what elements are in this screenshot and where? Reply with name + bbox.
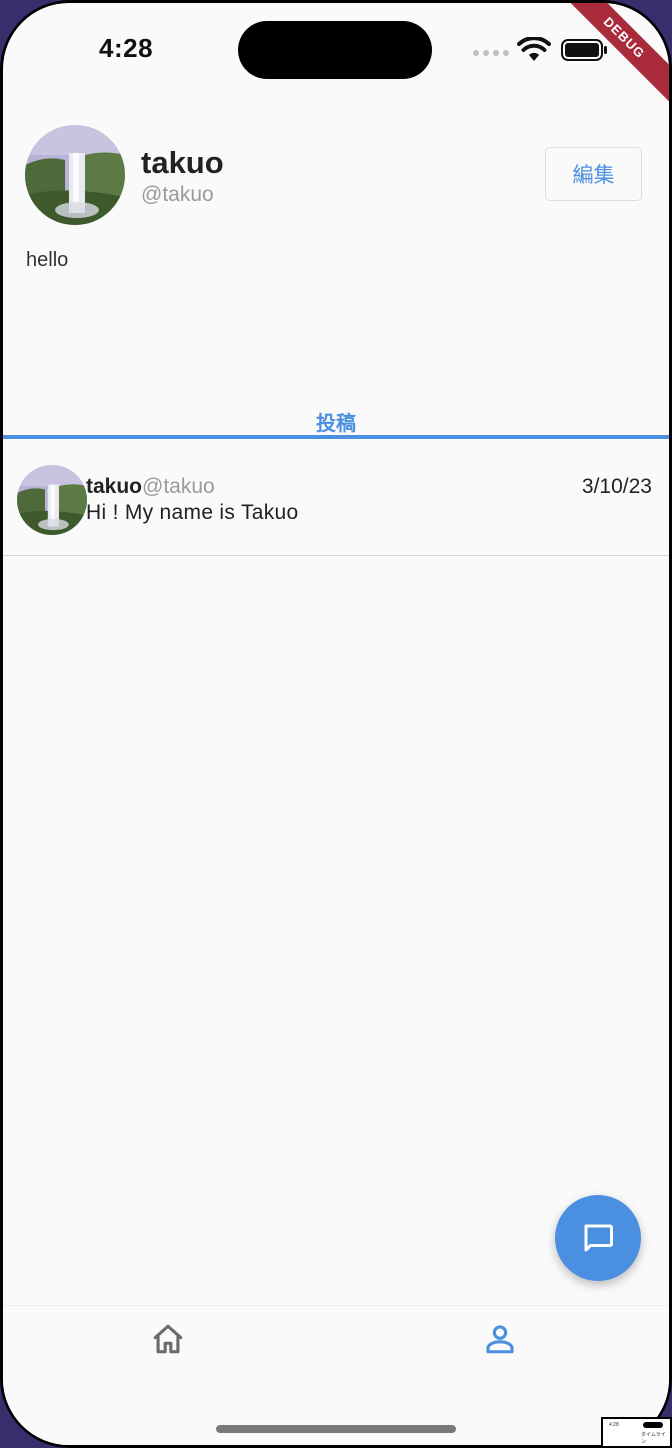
thumbnail-label: タイムライン — [641, 1432, 666, 1445]
chat-bubble-icon — [584, 1224, 613, 1252]
profile-avatar[interactable] — [25, 125, 125, 225]
thumbnail-island — [643, 1422, 663, 1428]
post-avatar[interactable] — [17, 465, 87, 535]
post-text: Hi ! My name is Takuo — [86, 501, 299, 524]
dynamic-island — [238, 21, 432, 79]
profile-name: takuo — [141, 145, 224, 180]
bottom-navigation — [3, 1305, 669, 1445]
battery-icon — [561, 39, 607, 61]
app-screen: 4:28 DEBUG takuo @takuo 編集 hello 投稿 taku… — [3, 3, 669, 1445]
thumbnail-time: 4:28 — [609, 1422, 619, 1428]
post-author-name: takuo — [86, 475, 143, 498]
post-header: takuo@takuo — [86, 475, 215, 499]
person-icon[interactable] — [483, 1322, 517, 1356]
screenshot-thumbnail[interactable]: 4:28 タイムライン — [601, 1417, 672, 1448]
tab-indicator — [3, 435, 669, 439]
post-list-item[interactable]: takuo@takuo 3/10/23 Hi ! My name is Taku… — [3, 443, 669, 556]
home-indicator[interactable] — [216, 1425, 456, 1433]
waterfall-photo — [25, 125, 125, 225]
home-icon[interactable] — [151, 1322, 185, 1356]
post-date: 3/10/23 — [581, 475, 652, 498]
edit-profile-button[interactable]: 編集 — [545, 147, 642, 201]
cellular-signal-icon — [473, 50, 509, 56]
wifi-icon — [517, 37, 551, 61]
device-frame: 4:28 DEBUG takuo @takuo 編集 hello 投稿 taku… — [0, 0, 672, 1448]
profile-bio: hello — [26, 249, 69, 271]
profile-handle: @takuo — [141, 183, 214, 206]
new-post-fab[interactable] — [555, 1195, 641, 1281]
tab-posts-label: 投稿 — [316, 413, 356, 435]
status-time: 4:28 — [99, 33, 154, 63]
tab-posts[interactable]: 投稿 — [3, 403, 669, 441]
post-author-handle: @takuo — [142, 475, 215, 498]
waterfall-photo — [17, 465, 87, 535]
